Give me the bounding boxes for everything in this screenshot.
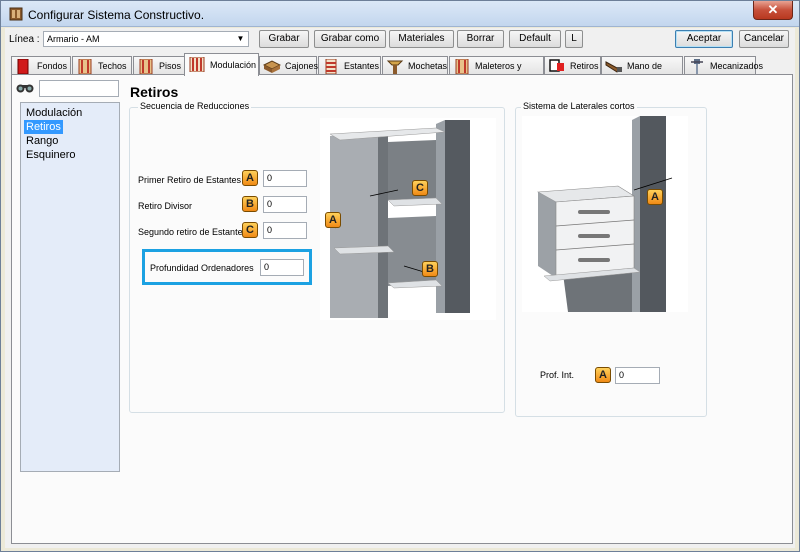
shelving-diagram bbox=[320, 118, 496, 320]
profundidad-ordenadores-label: Profundidad Ordenadores bbox=[150, 263, 254, 273]
tab-label: Modulación bbox=[210, 60, 257, 70]
tab-label: Techos bbox=[98, 61, 127, 71]
segundo-retiro-input[interactable]: 0 bbox=[263, 222, 307, 239]
tab-techos[interactable]: Techos bbox=[72, 56, 132, 75]
diagram-badge-a-right: A bbox=[647, 189, 663, 205]
retiro-divisor-label: Retiro Divisor bbox=[138, 201, 193, 211]
prof-int-label: Prof. Int. bbox=[540, 370, 575, 380]
default-button[interactable]: Default bbox=[509, 30, 561, 48]
cabinet-icon bbox=[139, 59, 153, 74]
tab-modulacion[interactable]: Modulación bbox=[184, 53, 259, 76]
group-laterales-cortos: Sistema de Laterales cortos A Prof. Int.… bbox=[515, 101, 707, 417]
drawer-diagram bbox=[522, 116, 688, 312]
badge-a: A bbox=[242, 170, 258, 186]
tree-item-modulacion[interactable]: Modulación bbox=[24, 106, 84, 120]
l-button[interactable]: L bbox=[565, 30, 583, 48]
line-label: Línea : bbox=[9, 34, 40, 45]
diagram-badge-c: C bbox=[412, 180, 428, 196]
tab-mecanizados[interactable]: Mecanizados bbox=[684, 56, 763, 75]
title-bar[interactable]: Configurar Sistema Constructivo. ✕ bbox=[1, 1, 799, 27]
drawer-icon bbox=[263, 60, 281, 73]
tab-maleteros[interactable]: Maleteros y Altillos bbox=[449, 56, 544, 89]
tab-mano-de-obra[interactable]: Mano de Obra bbox=[601, 56, 683, 89]
tab-strip: Fondos Techos Pisos Modulación Cajones E… bbox=[11, 53, 791, 89]
window-title: Configurar Sistema Constructivo. bbox=[28, 8, 205, 22]
tab-pisos[interactable]: Pisos bbox=[133, 56, 185, 75]
drill-icon bbox=[691, 59, 703, 74]
shelves-icon bbox=[325, 59, 337, 74]
borrar-button[interactable]: Borrar bbox=[457, 30, 504, 48]
tab-label: Pisos bbox=[159, 61, 182, 71]
primer-retiro-input[interactable]: 0 bbox=[263, 170, 307, 187]
navigation-tree: Modulación Retiros Rango Esquinero bbox=[20, 102, 120, 472]
cancelar-button[interactable]: Cancelar bbox=[739, 30, 789, 48]
grabar-button[interactable]: Grabar bbox=[259, 30, 309, 48]
app-icon bbox=[9, 7, 23, 21]
tree-item-retiros[interactable]: Retiros bbox=[24, 120, 63, 134]
tree-item-rango[interactable]: Rango bbox=[24, 134, 60, 148]
cabinet-icon bbox=[78, 59, 92, 74]
tab-label: Cajones bbox=[285, 61, 319, 71]
tab-label: Fondos bbox=[37, 61, 68, 71]
tab-label: Mochetas bbox=[408, 61, 448, 71]
tree-item-esquinero[interactable]: Esquinero bbox=[24, 148, 78, 162]
badge-a-prof-int: A bbox=[595, 367, 611, 383]
line-select-value: Armario - AM bbox=[47, 34, 100, 44]
search-input[interactable] bbox=[39, 80, 119, 97]
tab-retiros[interactable]: Retiros bbox=[544, 56, 601, 75]
tab-fondos[interactable]: Fondos bbox=[11, 56, 71, 75]
main-window: Configurar Sistema Constructivo. ✕ Línea… bbox=[0, 0, 800, 552]
tab-estantes[interactable]: Estantes bbox=[318, 56, 381, 75]
binoculars-icon[interactable] bbox=[16, 82, 34, 93]
dialog-client: Línea : Armario - AM ▼ Grabar Grabar com… bbox=[5, 28, 795, 548]
badge-c: C bbox=[242, 222, 258, 238]
chevron-down-icon[interactable]: ▼ bbox=[233, 32, 248, 46]
tab-label: Estantes bbox=[344, 61, 380, 71]
close-button[interactable]: ✕ bbox=[753, 1, 793, 20]
materiales-button[interactable]: Materiales bbox=[389, 30, 454, 48]
line-select[interactable]: Armario - AM ▼ bbox=[43, 31, 249, 47]
aceptar-button[interactable]: Aceptar bbox=[675, 30, 733, 48]
cabinet-icon bbox=[455, 59, 469, 74]
tab-cajones[interactable]: Cajones bbox=[259, 56, 319, 75]
tab-label: Mecanizados bbox=[710, 61, 764, 71]
primer-retiro-label: Primer Retiro de Estantes bbox=[138, 175, 242, 185]
tab-mochetas[interactable]: Mochetas bbox=[382, 56, 448, 75]
group-secuencia: Secuencia de Reducciones Primer Retiro d… bbox=[129, 101, 505, 413]
retiros-icon bbox=[549, 59, 564, 72]
group-secuencia-title: Secuencia de Reducciones bbox=[138, 101, 252, 111]
group-laterales-title: Sistema de Laterales cortos bbox=[521, 101, 637, 111]
page-title: Retiros bbox=[130, 84, 179, 100]
saw-icon bbox=[605, 61, 622, 73]
tab-label: Retiros bbox=[570, 61, 599, 71]
modulation-icon bbox=[189, 57, 205, 72]
badge-b: B bbox=[242, 196, 258, 212]
diagram-badge-a: A bbox=[325, 212, 341, 228]
diagram-badge-b: B bbox=[422, 261, 438, 277]
mocheta-icon bbox=[386, 60, 404, 74]
profundidad-ordenadores-input[interactable]: 0 bbox=[260, 259, 304, 276]
prof-int-input[interactable]: 0 bbox=[615, 367, 660, 384]
tab-panel: Modulación Retiros Rango Esquinero Retir… bbox=[11, 74, 793, 544]
segundo-retiro-label: Segundo retiro de Estantes bbox=[138, 227, 248, 237]
grabar-como-button[interactable]: Grabar como bbox=[314, 30, 386, 48]
retiro-divisor-input[interactable]: 0 bbox=[263, 196, 307, 213]
panel-red-icon bbox=[17, 59, 29, 74]
